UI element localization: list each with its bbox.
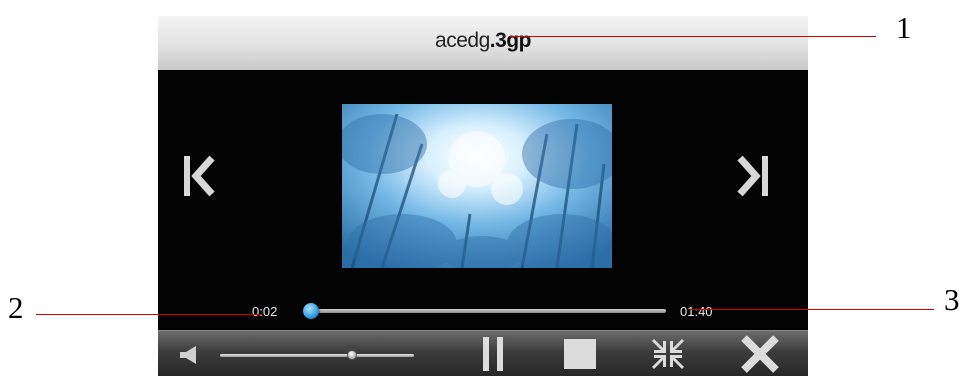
callout-label-1: 1 <box>896 10 912 45</box>
stop-icon[interactable] <box>560 335 600 373</box>
video-area <box>158 70 808 330</box>
file-extension: .3gp <box>489 29 532 52</box>
callout-label-3: 3 <box>944 282 960 317</box>
callout-line-3 <box>690 309 934 310</box>
callout-line-1 <box>510 36 876 37</box>
seek-bar[interactable] <box>303 303 666 319</box>
title-bar: acedg.3gp <box>158 16 808 71</box>
skip-previous-icon[interactable] <box>180 150 220 204</box>
callout-line-2 <box>36 314 262 315</box>
skip-next-icon[interactable] <box>734 150 774 204</box>
volume-slider[interactable] <box>220 350 414 360</box>
file-title: acedg.3gp <box>158 29 808 53</box>
callout-label-2: 2 <box>8 290 24 325</box>
control-bar <box>158 330 808 376</box>
elapsed-time: 0:02 <box>252 304 278 319</box>
total-duration: 01:40 <box>680 304 713 319</box>
speaker-icon[interactable] <box>178 345 206 365</box>
collapse-arrows-icon[interactable] <box>648 335 688 373</box>
close-x-icon[interactable] <box>736 335 784 373</box>
file-name: acedg <box>435 29 490 52</box>
video-frame[interactable] <box>342 104 612 268</box>
media-player-window: acedg.3gp 0:02 01:40 <box>158 16 808 376</box>
pause-icon[interactable] <box>478 335 508 373</box>
volume-thumb[interactable] <box>346 350 357 360</box>
